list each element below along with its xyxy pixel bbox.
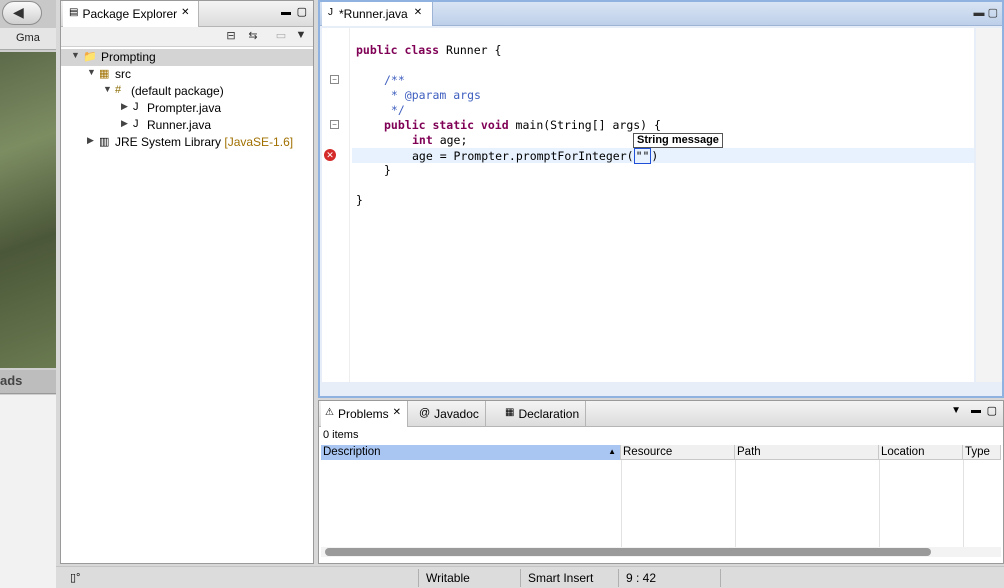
background-nav-bar: ◀ xyxy=(0,0,56,28)
editor-gutter: − − ✕ xyxy=(322,28,350,382)
status-divider xyxy=(520,569,521,587)
maximize-icon[interactable]: ▢ xyxy=(297,5,307,18)
code-line: } xyxy=(356,193,363,207)
expanded-arrow-icon[interactable]: ▼ xyxy=(103,84,112,94)
column-header-resource[interactable]: Resource xyxy=(621,445,735,460)
view-menu-icon[interactable]: ▼ xyxy=(293,29,309,45)
column-divider xyxy=(963,460,964,548)
writable-status: Writable xyxy=(426,571,470,585)
fold-collapse-icon[interactable]: − xyxy=(330,120,339,129)
column-header-description[interactable]: Description ▲ xyxy=(321,445,621,460)
code-line: * @param args xyxy=(384,88,481,102)
background-panel xyxy=(0,395,56,588)
minimize-icon[interactable]: ▬ xyxy=(971,405,981,416)
filter-icon[interactable]: ▭ xyxy=(273,29,289,45)
status-divider xyxy=(720,569,721,587)
tree-item-project[interactable]: ▼ 📁 Prompting xyxy=(61,49,313,66)
expanded-arrow-icon[interactable]: ▼ xyxy=(87,67,96,77)
declaration-icon: ▦ xyxy=(505,407,515,418)
project-tree: ▼ 📁 Prompting ▼ ▦ src ▼ # (default packa… xyxy=(61,49,313,151)
tab-label: Package Explorer xyxy=(82,7,178,21)
tree-item-default-package[interactable]: ▼ # (default package) xyxy=(61,83,313,100)
package-explorer-icon: ▤ xyxy=(69,7,79,18)
link-with-editor-icon[interactable]: ⇆ xyxy=(245,29,261,45)
close-icon[interactable]: ✕ xyxy=(181,7,189,27)
background-side-label: ads xyxy=(0,370,56,394)
tree-item-jre-library[interactable]: ▶ ▥ JRE System Library [JavaSE-1.6] xyxy=(61,134,313,151)
tree-item-file[interactable]: ▶ J Runner.java xyxy=(61,117,313,134)
fast-view-icon[interactable]: ▯° xyxy=(70,571,80,584)
maximize-icon[interactable]: ▢ xyxy=(987,404,997,417)
code-line: /** xyxy=(384,73,405,87)
code-line: public static void main(String[] args) { xyxy=(384,118,661,132)
package-explorer-view: ▤ Package Explorer ✕ ▬ ▢ ⊟ ⇆ ▭ ▼ ▼ 📁 Pro… xyxy=(60,0,314,564)
column-header-location[interactable]: Location xyxy=(879,445,963,460)
collapsed-arrow-icon[interactable]: ▶ xyxy=(121,118,128,129)
project-folder-icon: 📁 xyxy=(83,51,97,63)
java-file-icon: J xyxy=(133,101,139,113)
editor-tab-bar: J *Runner.java ✕ ▬ ▢ xyxy=(320,2,1002,26)
problems-table-header: Description ▲ Resource Path Location Typ… xyxy=(321,445,1001,460)
error-marker-icon[interactable]: ✕ xyxy=(324,149,336,161)
problems-tab-bar: ⚠ Problems ✕ @ Javadoc ▦ Declaration ▼ ▬… xyxy=(319,401,1003,427)
cursor-position-status: 9 : 42 xyxy=(626,571,657,585)
javadoc-icon: @ xyxy=(419,407,431,419)
problems-view: ⚠ Problems ✕ @ Javadoc ▦ Declaration ▼ ▬… xyxy=(318,400,1004,564)
tab-problems[interactable]: ⚠ Problems ✕ xyxy=(321,401,409,427)
scrollbar-thumb[interactable] xyxy=(325,548,931,556)
background-tab[interactable]: Gma xyxy=(0,28,56,50)
code-text[interactable]: public class Runner { /** * @param args … xyxy=(352,28,974,382)
close-icon[interactable]: ✕ xyxy=(414,7,422,26)
minimize-icon[interactable]: ▬ ▢ xyxy=(974,6,998,19)
sort-ascending-icon: ▲ xyxy=(608,447,616,456)
code-line: } xyxy=(384,163,391,177)
collapsed-arrow-icon[interactable]: ▶ xyxy=(87,135,94,146)
package-explorer-toolbar: ⊟ ⇆ ▭ ▼ xyxy=(61,27,313,47)
java-file-icon: J xyxy=(133,118,139,130)
tab-package-explorer[interactable]: ▤ Package Explorer ✕ xyxy=(63,1,199,27)
package-icon: # xyxy=(115,84,122,96)
status-divider xyxy=(618,569,619,587)
status-bar: ▯° Writable Smart Insert 9 : 42 xyxy=(56,566,1004,588)
collapsed-arrow-icon[interactable]: ▶ xyxy=(121,101,128,112)
horizontal-scrollbar[interactable] xyxy=(321,547,1001,557)
editor-area: J *Runner.java ✕ ▬ ▢ − − ✕ public class … xyxy=(318,0,1004,398)
minimize-icon[interactable]: ▬ xyxy=(281,7,291,18)
column-divider xyxy=(879,460,880,548)
tab-javadoc[interactable]: @ Javadoc xyxy=(415,401,486,427)
back-arrow-icon: ◀ xyxy=(13,4,24,20)
status-divider xyxy=(418,569,419,587)
tree-item-file[interactable]: ▶ J Prompter.java xyxy=(61,100,313,117)
argument-placeholder[interactable]: "" xyxy=(633,148,652,164)
parameter-hint-tooltip: String message xyxy=(633,133,723,148)
close-icon[interactable]: ✕ xyxy=(393,407,401,427)
background-window: ◀ Gma ads xyxy=(0,0,56,588)
background-image xyxy=(0,52,56,368)
java-file-icon: J xyxy=(328,7,333,18)
fold-collapse-icon[interactable]: − xyxy=(330,75,339,84)
column-header-type[interactable]: Type xyxy=(963,445,1001,460)
current-code-line: age = Prompter.promptForInteger("") xyxy=(352,148,974,164)
expanded-arrow-icon[interactable]: ▼ xyxy=(71,50,80,60)
insert-mode-status: Smart Insert xyxy=(528,571,594,585)
collapse-all-icon[interactable]: ⊟ xyxy=(223,29,239,45)
tab-declaration[interactable]: ▦ Declaration xyxy=(501,401,587,427)
column-header-path[interactable]: Path xyxy=(735,445,879,460)
source-folder-icon: ▦ xyxy=(99,68,110,80)
back-button[interactable]: ◀ xyxy=(2,1,42,25)
view-menu-icon[interactable]: ▼ xyxy=(951,405,961,416)
tab-runner-java[interactable]: J *Runner.java ✕ xyxy=(322,2,434,26)
editor-overview-ruler[interactable] xyxy=(976,28,1002,382)
code-editor[interactable]: − − ✕ public class Runner { /** * @param… xyxy=(322,28,974,382)
items-count: 0 items xyxy=(323,429,359,441)
code-line: public class Runner { xyxy=(356,43,502,57)
package-explorer-header: ▤ Package Explorer ✕ ▬ ▢ xyxy=(61,1,313,27)
tree-item-src[interactable]: ▼ ▦ src xyxy=(61,66,313,83)
problems-icon: ⚠ xyxy=(325,407,334,418)
column-divider xyxy=(735,460,736,548)
column-divider xyxy=(621,460,622,548)
code-line: */ xyxy=(384,103,405,117)
library-icon: ▥ xyxy=(99,136,110,148)
